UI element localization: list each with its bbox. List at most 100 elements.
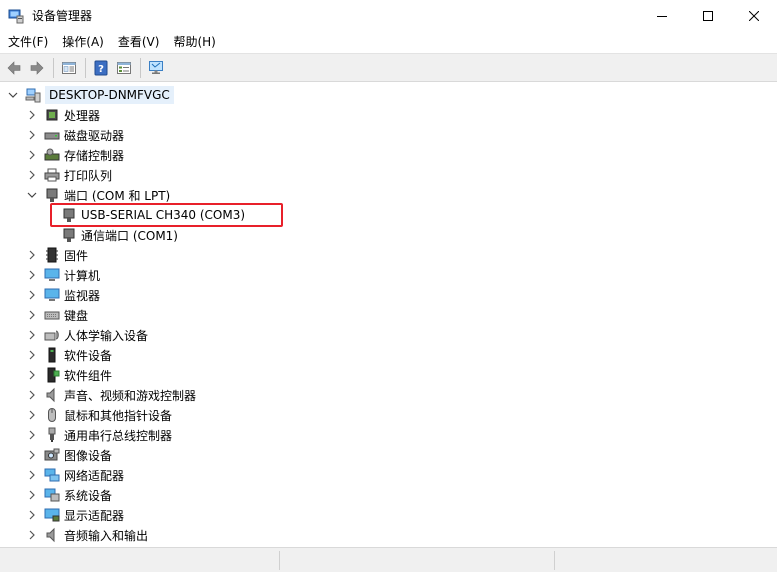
camera-icon bbox=[44, 447, 60, 463]
back-button[interactable] bbox=[3, 57, 25, 79]
tree-item-processors[interactable]: 处理器 bbox=[26, 105, 100, 125]
tree-item-mice[interactable]: 鼠标和其他指针设备 bbox=[26, 405, 172, 425]
speaker-icon bbox=[44, 387, 60, 403]
tree-item-storage-controllers[interactable]: 存储控制器 bbox=[26, 145, 124, 165]
tree-item-audio-io[interactable]: 音频输入和输出 bbox=[26, 525, 148, 545]
processor-icon bbox=[44, 107, 60, 123]
device-tree: DESKTOP-DNMFVGC 处理器 磁盘驱动器 存储控制器 打印队列 端口 … bbox=[0, 85, 777, 547]
tree-item-label: 软件设备 bbox=[64, 348, 113, 363]
tree-item-display-adapters[interactable]: 显示适配器 bbox=[26, 505, 124, 525]
help-button[interactable]: ? bbox=[90, 57, 112, 79]
tree-item-network-adapters[interactable]: 网络适配器 bbox=[26, 465, 124, 485]
disk-drive-icon bbox=[44, 127, 60, 143]
monitor-icon bbox=[44, 287, 60, 303]
chevron-right-icon[interactable] bbox=[26, 369, 38, 381]
chevron-right-icon[interactable] bbox=[26, 149, 38, 161]
toolbar-separator bbox=[85, 57, 86, 78]
chevron-right-icon[interactable] bbox=[26, 289, 38, 301]
title-bar: 设备管理器 bbox=[0, 0, 777, 31]
tree-item-label: 显示适配器 bbox=[64, 508, 125, 523]
chevron-right-icon[interactable] bbox=[26, 109, 38, 121]
chevron-right-icon[interactable] bbox=[26, 429, 38, 441]
device-manager-app-icon bbox=[8, 9, 24, 23]
tree-item-monitors[interactable]: 监视器 bbox=[26, 285, 100, 305]
tree-item-firmware[interactable]: 固件 bbox=[26, 245, 88, 265]
tree-item-label: 人体学输入设备 bbox=[64, 328, 149, 343]
list-view-button[interactable] bbox=[113, 57, 135, 79]
tree-item-sound-video-game[interactable]: 声音、视频和游戏控制器 bbox=[26, 385, 196, 405]
highlight-annotation-box bbox=[50, 203, 283, 227]
chevron-right-icon[interactable] bbox=[26, 129, 38, 141]
scan-hardware-button[interactable] bbox=[145, 57, 167, 79]
network-adapter-icon bbox=[44, 467, 60, 483]
maximize-button[interactable] bbox=[685, 0, 731, 31]
tree-root[interactable]: DESKTOP-DNMFVGC bbox=[7, 85, 174, 105]
status-bar bbox=[0, 547, 777, 572]
forward-button[interactable] bbox=[26, 57, 48, 79]
tree-item-label: 计算机 bbox=[64, 268, 101, 283]
chevron-right-icon[interactable] bbox=[26, 309, 38, 321]
toolbar: ? bbox=[0, 53, 777, 82]
tree-item-system-devices[interactable]: 系统设备 bbox=[26, 485, 112, 505]
speaker-icon bbox=[44, 527, 60, 543]
chevron-right-icon[interactable] bbox=[26, 389, 38, 401]
help-icon: ? bbox=[94, 60, 108, 75]
chevron-down-icon[interactable] bbox=[7, 89, 19, 101]
toolbar-separator bbox=[140, 57, 141, 78]
computer-icon bbox=[25, 87, 41, 103]
tree-item-label: 端口 (COM 和 LPT) bbox=[64, 188, 171, 203]
tree-item-hid[interactable]: 人体学输入设备 bbox=[26, 325, 148, 345]
chevron-right-icon[interactable] bbox=[26, 469, 38, 481]
tree-item-label: 磁盘驱动器 bbox=[64, 128, 125, 143]
printer-icon bbox=[44, 167, 60, 183]
properties-button[interactable] bbox=[58, 57, 80, 79]
chevron-right-icon[interactable] bbox=[26, 269, 38, 281]
system-device-icon bbox=[44, 487, 60, 503]
menu-view[interactable]: 查看(V) bbox=[111, 31, 167, 53]
menu-help[interactable]: 帮助(H) bbox=[166, 31, 222, 53]
port-icon bbox=[44, 187, 60, 203]
minimize-button[interactable] bbox=[639, 0, 685, 31]
tree-item-print-queues[interactable]: 打印队列 bbox=[26, 165, 112, 185]
usb-icon bbox=[44, 427, 60, 443]
tree-item-label: 通信端口 (COM1) bbox=[81, 228, 178, 243]
chevron-right-icon[interactable] bbox=[26, 449, 38, 461]
close-button[interactable] bbox=[731, 0, 777, 31]
list-icon bbox=[117, 61, 131, 74]
tree-item-keyboards[interactable]: 键盘 bbox=[26, 305, 88, 325]
chevron-down-icon[interactable] bbox=[26, 189, 38, 201]
close-icon bbox=[749, 10, 759, 21]
tree-item-computer[interactable]: 计算机 bbox=[26, 265, 100, 285]
chevron-right-icon[interactable] bbox=[26, 509, 38, 521]
tree-item-label: 存储控制器 bbox=[64, 148, 125, 163]
tree-item-label: 固件 bbox=[64, 248, 89, 263]
hid-icon bbox=[44, 327, 60, 343]
tree-item-ports[interactable]: 端口 (COM 和 LPT) bbox=[26, 185, 170, 205]
menu-action[interactable]: 操作(A) bbox=[55, 31, 111, 53]
tree-item-disk-drives[interactable]: 磁盘驱动器 bbox=[26, 125, 124, 145]
root-computer-name: DESKTOP-DNMFVGC bbox=[45, 86, 174, 104]
tree-item-label: 监视器 bbox=[64, 288, 101, 303]
chevron-right-icon[interactable] bbox=[26, 169, 38, 181]
toolbar-separator bbox=[53, 57, 54, 78]
tree-item-usb-controllers[interactable]: 通用串行总线控制器 bbox=[26, 425, 172, 445]
chevron-right-icon[interactable] bbox=[26, 249, 38, 261]
software-device-icon bbox=[44, 347, 60, 363]
display-adapter-icon bbox=[44, 507, 60, 523]
window-title: 设备管理器 bbox=[32, 9, 93, 23]
menu-file[interactable]: 文件(F) bbox=[1, 31, 55, 53]
tree-item-software-devices[interactable]: 软件设备 bbox=[26, 345, 112, 365]
chevron-right-icon[interactable] bbox=[26, 329, 38, 341]
tree-item-com1[interactable]: 通信端口 (COM1) bbox=[61, 225, 178, 245]
tree-item-imaging[interactable]: 图像设备 bbox=[26, 445, 112, 465]
tree-item-label: 通用串行总线控制器 bbox=[64, 428, 173, 443]
back-arrow-icon bbox=[7, 60, 21, 75]
chevron-right-icon[interactable] bbox=[26, 409, 38, 421]
mouse-icon bbox=[44, 407, 60, 423]
chevron-right-icon[interactable] bbox=[26, 489, 38, 501]
status-segment bbox=[280, 551, 555, 570]
chevron-right-icon[interactable] bbox=[26, 349, 38, 361]
tree-item-label: 处理器 bbox=[64, 108, 101, 123]
tree-item-software-components[interactable]: 软件组件 bbox=[26, 365, 112, 385]
chevron-right-icon[interactable] bbox=[26, 529, 38, 541]
